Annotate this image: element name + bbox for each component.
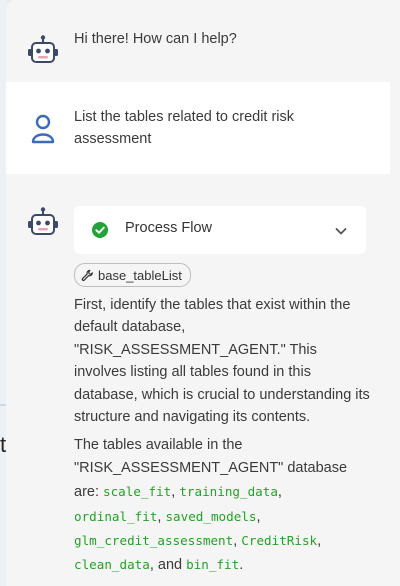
assistant-message: Hi there! How can I help? xyxy=(6,0,390,82)
tool-name: base_tableList xyxy=(98,267,182,283)
robot-icon xyxy=(26,34,60,68)
table-name: scale_fit xyxy=(103,484,172,500)
check-circle-icon xyxy=(92,222,108,238)
table-name: saved_models xyxy=(165,508,257,524)
table-name: glm_credit_assessment xyxy=(74,532,234,548)
assistant-response: Process Flow base_tableList First, ident… xyxy=(6,174,390,586)
table-name-list: scale_fit, training_data, ordinal_fit, s… xyxy=(74,484,322,574)
scrollbar[interactable] xyxy=(390,0,400,586)
user-message: List the tables related to credit risk a… xyxy=(6,82,390,174)
process-flow-toggle[interactable]: Process Flow xyxy=(74,206,366,254)
message-text: Hi there! How can I help? xyxy=(74,31,237,47)
table-name: CreditRisk xyxy=(241,532,318,548)
user-icon xyxy=(26,112,60,146)
response-paragraph: First, identify the tables that exist wi… xyxy=(74,297,370,426)
table-name: ordinal_fit xyxy=(74,508,158,524)
response-paragraph-tables: The tables available in the "RISK_ASSESS… xyxy=(74,434,370,577)
table-name: bin_fit xyxy=(186,557,240,573)
table-name: clean_data xyxy=(74,557,150,573)
chevron-down-icon[interactable] xyxy=(334,224,348,238)
tool-call-badge[interactable]: base_tableList xyxy=(74,263,191,287)
table-name: training_data xyxy=(179,484,278,500)
process-flow-label: Process Flow xyxy=(125,220,213,236)
wrench-icon xyxy=(81,269,93,281)
chat-panel[interactable]: Hi there! How can I help? List the table… xyxy=(6,0,400,586)
message-text: List the tables related to credit risk a… xyxy=(74,109,295,147)
robot-icon xyxy=(26,206,60,240)
